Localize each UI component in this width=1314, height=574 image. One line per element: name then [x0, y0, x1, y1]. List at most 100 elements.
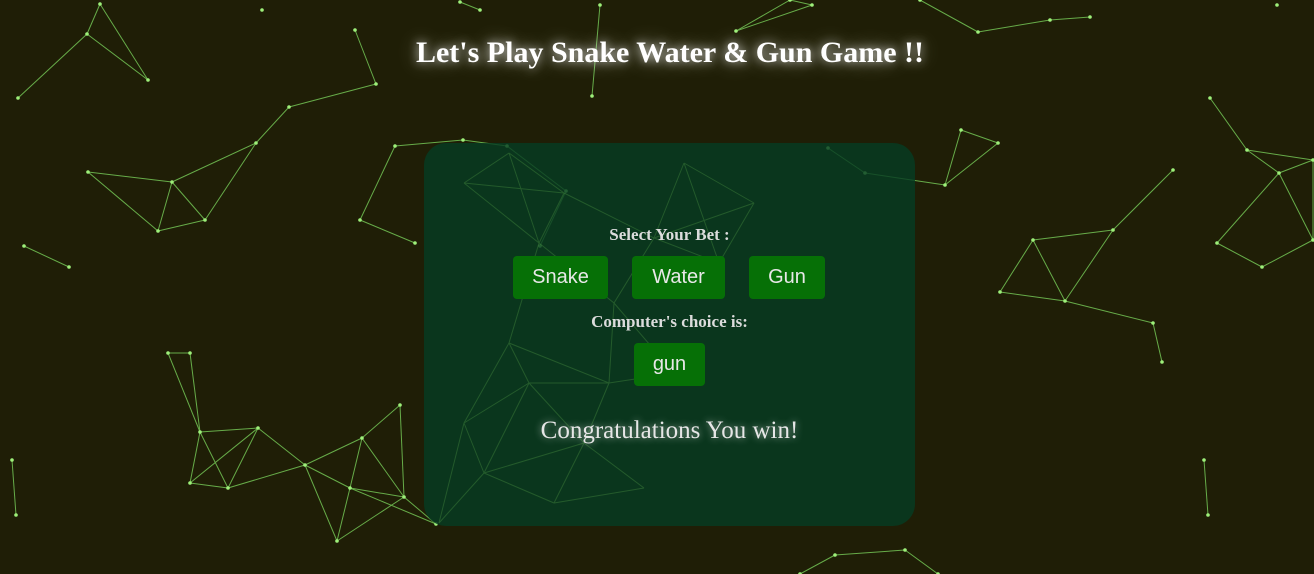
panel-network-line	[483, 442, 585, 474]
panel-network-line	[583, 442, 645, 489]
network-line	[789, 0, 813, 6]
network-line	[304, 464, 351, 489]
network-line	[336, 487, 351, 542]
network-node	[67, 265, 71, 269]
network-node	[788, 0, 792, 2]
network-line	[1246, 149, 1280, 174]
network-node	[22, 244, 26, 248]
network-line	[189, 427, 259, 484]
network-line	[288, 83, 377, 108]
panel-network-line	[508, 342, 530, 384]
network-line	[1203, 459, 1209, 516]
panel-network-line	[463, 342, 510, 424]
network-node	[170, 180, 174, 184]
network-node	[188, 351, 192, 355]
computer-choice-badge: gun	[634, 343, 705, 386]
network-node	[590, 94, 594, 98]
network-node	[166, 351, 170, 355]
network-node	[1048, 18, 1052, 22]
network-line	[1049, 16, 1091, 21]
network-line	[977, 19, 1051, 33]
network-node	[348, 486, 352, 490]
network-node	[260, 8, 264, 12]
network-node	[1277, 171, 1281, 175]
network-line	[1209, 97, 1248, 151]
network-line	[336, 496, 405, 542]
gun-button[interactable]: Gun	[749, 256, 825, 299]
panel-network-line	[483, 472, 555, 504]
network-line	[1032, 229, 1114, 241]
network-node	[14, 513, 18, 517]
network-line	[86, 3, 101, 35]
network-node	[478, 8, 482, 12]
network-node	[598, 3, 602, 7]
network-node	[1111, 228, 1115, 232]
network-line	[1152, 322, 1163, 363]
network-node	[156, 229, 160, 233]
network-node	[203, 218, 207, 222]
network-line	[199, 431, 229, 489]
network-node	[398, 403, 402, 407]
network-line	[349, 487, 405, 498]
network-line	[257, 427, 306, 466]
network-line	[255, 106, 290, 144]
network-line	[304, 437, 363, 466]
network-node	[1160, 360, 1164, 364]
network-node	[903, 548, 907, 552]
network-line	[304, 464, 338, 542]
network-node	[86, 170, 90, 174]
snake-button[interactable]: Snake	[513, 256, 608, 299]
network-line	[359, 145, 396, 221]
network-node	[1275, 3, 1279, 7]
network-line	[999, 291, 1066, 302]
network-line	[944, 129, 962, 186]
network-node	[976, 30, 980, 34]
network-line	[361, 437, 405, 498]
network-node	[335, 539, 339, 543]
network-node	[402, 495, 406, 499]
panel-network-line	[463, 152, 510, 184]
network-line	[1216, 172, 1280, 244]
network-line	[1261, 239, 1314, 268]
network-node	[734, 29, 738, 33]
network-line	[349, 437, 363, 489]
computer-choice-label: Computer's choice is:	[591, 312, 748, 331]
network-node	[1260, 265, 1264, 269]
network-line	[361, 404, 401, 439]
network-line	[960, 129, 999, 144]
network-node	[1245, 148, 1249, 152]
network-line	[199, 427, 259, 433]
network-node	[1063, 299, 1067, 303]
network-line	[157, 181, 173, 232]
network-node	[1151, 321, 1155, 325]
network-line	[23, 245, 70, 268]
network-line	[399, 404, 405, 498]
network-line	[834, 549, 906, 556]
game-panel: Select Your Bet : Snake Water Gun Comput…	[424, 143, 915, 526]
network-node	[1171, 168, 1175, 172]
network-line	[87, 171, 173, 183]
network-line	[904, 549, 939, 574]
page-title: Let's Play Snake Water & Gun Game !!	[415, 36, 925, 69]
network-node	[360, 436, 364, 440]
network-node	[1208, 96, 1212, 100]
water-button[interactable]: Water	[632, 256, 725, 299]
network-node	[16, 96, 20, 100]
network-line	[1278, 159, 1314, 174]
network-line	[1064, 300, 1154, 324]
network-node	[254, 141, 258, 145]
network-node	[1215, 241, 1219, 245]
network-line	[227, 464, 306, 489]
network-node	[458, 0, 462, 4]
network-line	[227, 427, 259, 489]
network-node	[998, 290, 1002, 294]
panel-network-line	[683, 162, 755, 204]
network-line	[999, 239, 1034, 293]
network-node	[996, 141, 1000, 145]
network-node	[188, 481, 192, 485]
network-line	[11, 459, 17, 516]
network-node	[1088, 15, 1092, 19]
panel-network-line	[553, 487, 645, 504]
network-line	[1032, 239, 1066, 302]
network-line	[1278, 172, 1314, 241]
